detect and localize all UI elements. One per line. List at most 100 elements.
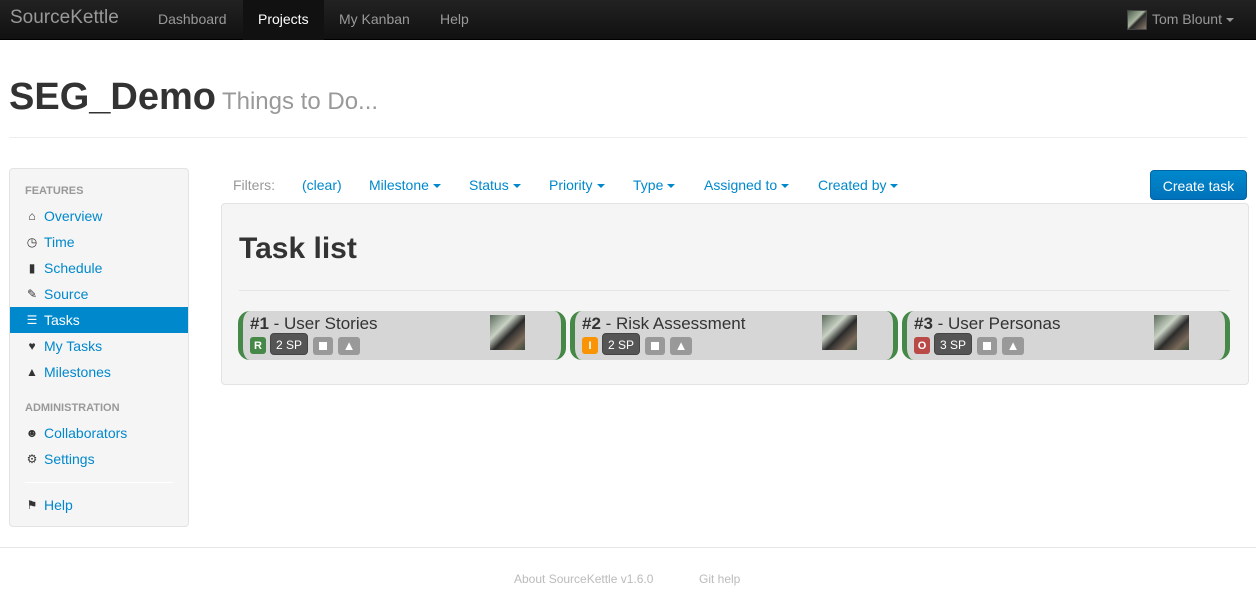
caret-down-icon bbox=[512, 184, 521, 189]
task-number: #3 bbox=[914, 314, 933, 333]
road-icon: ▲ bbox=[26, 365, 38, 379]
task-name: User Stories bbox=[284, 314, 378, 333]
task-card[interactable]: #2 - Risk Assessment I 2 SP ▲ bbox=[570, 311, 898, 360]
cog-icon: ⚙ bbox=[26, 452, 38, 466]
sidebar-item-settings[interactable]: ⚙ Settings bbox=[10, 446, 188, 472]
task-separator: - bbox=[268, 314, 285, 333]
task-card[interactable]: #1 - User Stories R 2 SP ▲ bbox=[238, 311, 566, 360]
filter-label: Status bbox=[469, 177, 509, 193]
user-icon: ☻ bbox=[25, 426, 39, 440]
filter-clear-link[interactable]: (clear) bbox=[302, 177, 342, 193]
nav-dashboard[interactable]: Dashboard bbox=[143, 0, 242, 40]
task-number: #1 bbox=[250, 314, 269, 333]
task-status-badge: R bbox=[250, 337, 266, 354]
sidebar-item-schedule[interactable]: ▮ Schedule bbox=[10, 255, 188, 281]
sidebar-item-overview[interactable]: ⌂ Overview bbox=[10, 203, 188, 229]
filter-label: Milestone bbox=[369, 177, 429, 193]
task-type-icon bbox=[645, 337, 665, 355]
task-list-divider bbox=[239, 290, 1230, 291]
assignee-avatar bbox=[490, 315, 525, 350]
filter-label: Assigned to bbox=[704, 177, 778, 193]
footer-divider bbox=[0, 547, 1256, 548]
sidebar-item-label: Collaborators bbox=[44, 425, 128, 441]
task-separator: - bbox=[932, 314, 949, 333]
flag-icon: ⚑ bbox=[26, 498, 38, 512]
project-name: SEG_Demo bbox=[9, 76, 216, 118]
sidebar-item-label: Source bbox=[44, 286, 89, 302]
footer-about-link[interactable]: About SourceKettle v1.6.0 bbox=[514, 572, 653, 586]
task-card[interactable]: #3 - User Personas O 3 SP ▲ bbox=[902, 311, 1230, 360]
sidebar-item-label: My Tasks bbox=[44, 338, 103, 354]
sidebar-features-heading: FEATURES bbox=[25, 185, 84, 197]
filter-label: Created by bbox=[818, 177, 887, 193]
filter-status-dropdown[interactable]: Status bbox=[469, 177, 521, 193]
nav-projects[interactable]: Projects bbox=[243, 0, 324, 40]
caret-down-icon bbox=[1226, 18, 1234, 23]
signal-icon: ▮ bbox=[28, 261, 36, 275]
assignee-avatar bbox=[1154, 315, 1189, 350]
filter-created-by-dropdown[interactable]: Created by bbox=[818, 177, 899, 193]
filter-milestone-dropdown[interactable]: Milestone bbox=[369, 177, 441, 193]
sidebar-admin-heading: ADMINISTRATION bbox=[25, 402, 120, 414]
milestone-road-icon: ▲ bbox=[670, 337, 692, 355]
task-type-icon bbox=[977, 337, 997, 355]
assignee-avatar bbox=[822, 315, 857, 350]
filter-priority-dropdown[interactable]: Priority bbox=[549, 177, 605, 193]
sidebar-item-label: Help bbox=[44, 497, 73, 513]
caret-down-icon bbox=[432, 184, 441, 189]
list-icon: ☰ bbox=[26, 313, 38, 327]
sidebar-divider bbox=[25, 482, 173, 483]
milestone-road-icon: ▲ bbox=[338, 337, 360, 355]
clock-icon: ◷ bbox=[26, 235, 38, 249]
caret-down-icon bbox=[667, 184, 676, 189]
story-points-badge: 3 SP bbox=[934, 333, 973, 355]
sidebar-item-time[interactable]: ◷ Time bbox=[10, 229, 188, 255]
task-name: User Personas bbox=[948, 314, 1061, 333]
sidebar-item-label: Overview bbox=[44, 208, 103, 224]
page-title: SEG_Demo Things to Do... bbox=[9, 76, 378, 119]
milestone-road-icon: ▲ bbox=[1002, 337, 1024, 355]
story-points-badge: 2 SP bbox=[602, 333, 641, 355]
task-name: Risk Assessment bbox=[616, 314, 746, 333]
sidebar-item-source[interactable]: ✎ Source bbox=[10, 281, 188, 307]
user-name: Tom Blount bbox=[1151, 11, 1222, 27]
sidebar-item-my-tasks[interactable]: ♥ My Tasks bbox=[10, 333, 188, 359]
create-task-button[interactable]: Create task bbox=[1150, 170, 1247, 200]
task-status-badge: O bbox=[914, 337, 930, 354]
task-title[interactable]: #1 - User Stories bbox=[250, 314, 378, 334]
caret-down-icon bbox=[781, 184, 790, 189]
page-subtitle: Things to Do... bbox=[221, 88, 379, 115]
sidebar: FEATURES ⌂ Overview ◷ Time ▮ Schedule ✎ Sour… bbox=[9, 168, 189, 527]
top-navbar: SourceKettle Dashboard Projects My Kanba… bbox=[0, 0, 1256, 40]
sidebar-item-label: Time bbox=[44, 234, 75, 250]
task-number: #2 bbox=[582, 314, 601, 333]
sidebar-item-label: Settings bbox=[44, 451, 95, 467]
header-divider bbox=[9, 137, 1247, 138]
nav-my-kanban[interactable]: My Kanban bbox=[324, 0, 425, 40]
nav-help[interactable]: Help bbox=[425, 0, 484, 40]
filter-assigned-to-dropdown[interactable]: Assigned to bbox=[704, 177, 790, 193]
sidebar-item-label: Milestones bbox=[44, 364, 111, 380]
sidebar-item-milestones[interactable]: ▲ Milestones bbox=[10, 359, 188, 385]
caret-down-icon bbox=[890, 184, 899, 189]
task-status-badge: I bbox=[582, 337, 598, 354]
sidebar-item-label: Schedule bbox=[44, 260, 103, 276]
filter-type-dropdown[interactable]: Type bbox=[633, 177, 676, 193]
task-separator: - bbox=[600, 314, 617, 333]
task-list-title: Task list bbox=[239, 232, 357, 265]
filter-label: Type bbox=[633, 177, 664, 193]
user-menu[interactable]: Tom Blount bbox=[1126, 0, 1234, 40]
footer-git-help-link[interactable]: Git help bbox=[699, 572, 740, 586]
sidebar-item-help[interactable]: ⚑ Help bbox=[10, 492, 188, 518]
sidebar-item-collaborators[interactable]: ☻ Collaborators bbox=[10, 420, 188, 446]
filter-label: Priority bbox=[549, 177, 593, 193]
sidebar-item-tasks[interactable]: ☰ Tasks bbox=[10, 307, 188, 333]
brand-logo[interactable]: SourceKettle bbox=[10, 7, 119, 29]
task-title[interactable]: #2 - Risk Assessment bbox=[582, 314, 745, 334]
task-type-icon bbox=[313, 337, 333, 355]
heart-icon: ♥ bbox=[28, 339, 36, 353]
story-points-badge: 2 SP bbox=[270, 333, 309, 355]
home-icon: ⌂ bbox=[28, 209, 36, 223]
task-title[interactable]: #3 - User Personas bbox=[914, 314, 1060, 334]
pencil-icon: ✎ bbox=[26, 287, 38, 301]
